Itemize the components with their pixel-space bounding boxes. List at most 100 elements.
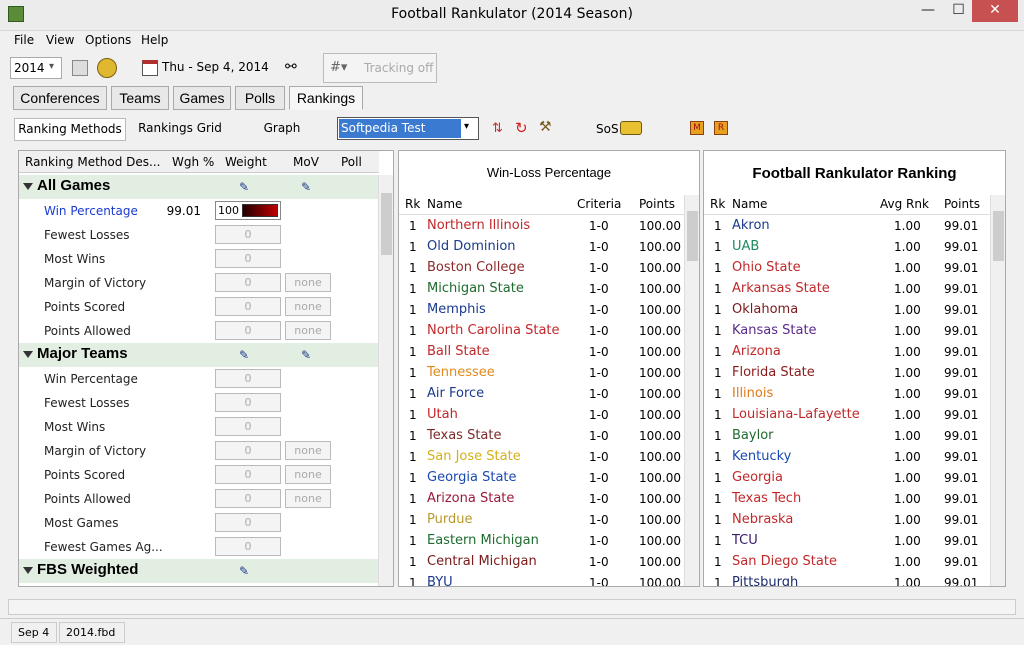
- table-row[interactable]: 1 North Carolina State 1-0 100.00: [399, 321, 684, 342]
- tab-rankings[interactable]: Rankings: [289, 86, 363, 110]
- team-name[interactable]: Purdue: [427, 512, 472, 527]
- tracking-button[interactable]: #▾ Tracking off: [323, 53, 437, 83]
- col-mov[interactable]: MoV: [293, 155, 319, 169]
- table-row[interactable]: 1 Boston College 1-0 100.00: [399, 258, 684, 279]
- method-group[interactable]: FBS Weighted ✎: [19, 559, 379, 583]
- maximize-button[interactable]: ☐: [945, 0, 972, 22]
- tab-conferences[interactable]: Conferences: [13, 86, 107, 110]
- edit-weight-icon[interactable]: ✎: [239, 180, 249, 194]
- table-row[interactable]: 1 Air Force 1-0 100.00: [399, 384, 684, 405]
- season-select[interactable]: 2014 ▾: [10, 57, 62, 79]
- tab-games[interactable]: Games: [173, 86, 231, 110]
- m-icon[interactable]: M: [690, 121, 704, 135]
- tab-ranking-methods[interactable]: Ranking Methods: [14, 118, 126, 141]
- team-name[interactable]: Eastern Michigan: [427, 533, 539, 548]
- scroll-thumb[interactable]: [381, 193, 392, 255]
- expand-triangle-icon[interactable]: [23, 183, 33, 190]
- table-row[interactable]: 1 Georgia State 1-0 100.00: [399, 468, 684, 489]
- team-name[interactable]: Utah: [427, 407, 458, 422]
- weight-input[interactable]: 0: [215, 489, 281, 508]
- col-poll[interactable]: Poll: [341, 155, 362, 169]
- method-row[interactable]: Most Wins 0: [19, 415, 379, 439]
- col-points[interactable]: Points: [944, 197, 980, 211]
- expand-triangle-icon[interactable]: [23, 351, 33, 358]
- weight-input[interactable]: 0: [215, 225, 281, 244]
- team-name[interactable]: Kentucky: [732, 449, 791, 464]
- edit-weight-icon[interactable]: ✎: [239, 348, 249, 362]
- table-row[interactable]: 1 Tennessee 1-0 100.00: [399, 363, 684, 384]
- team-name[interactable]: Arkansas State: [732, 281, 830, 296]
- team-name[interactable]: Arizona: [732, 344, 781, 359]
- menu-file[interactable]: File: [14, 33, 34, 47]
- team-name[interactable]: North Carolina State: [427, 323, 560, 338]
- team-name[interactable]: San Diego State: [732, 554, 837, 569]
- weight-input[interactable]: 0: [215, 369, 281, 388]
- method-select[interactable]: Softpedia Test ▾: [337, 117, 479, 140]
- edit-mov-icon[interactable]: ✎: [301, 180, 311, 194]
- weight-input[interactable]: 0: [215, 441, 281, 460]
- col-criteria[interactable]: Criteria: [577, 197, 621, 211]
- method-row[interactable]: Most Games 0: [19, 511, 379, 535]
- weight-input[interactable]: 0: [215, 537, 281, 556]
- table-row[interactable]: 1 San Jose State 1-0 100.00: [399, 447, 684, 468]
- team-name[interactable]: Georgia: [732, 470, 783, 485]
- method-row[interactable]: Margin of Victory 0 none: [19, 271, 379, 295]
- team-name[interactable]: Ball State: [427, 344, 490, 359]
- table-row[interactable]: 1 TCU 1.00 99.01: [704, 531, 990, 552]
- team-name[interactable]: Michigan State: [427, 281, 524, 296]
- weight-input[interactable]: 0: [215, 465, 281, 484]
- weight-input[interactable]: 0: [215, 393, 281, 412]
- team-name[interactable]: Air Force: [427, 386, 484, 401]
- weight-input[interactable]: 0: [215, 321, 281, 340]
- mov-select[interactable]: none: [285, 489, 331, 508]
- method-label[interactable]: Margin of Victory: [44, 276, 146, 290]
- expand-triangle-icon[interactable]: [23, 567, 33, 574]
- method-label[interactable]: Most Wins: [44, 420, 105, 434]
- table-row[interactable]: 1 Arizona 1.00 99.01: [704, 342, 990, 363]
- tab-teams[interactable]: Teams: [111, 86, 169, 110]
- method-label[interactable]: Fewest Games Ag...: [44, 540, 163, 554]
- table-row[interactable]: 1 Kansas State 1.00 99.01: [704, 321, 990, 342]
- team-name[interactable]: Boston College: [427, 260, 525, 275]
- table-row[interactable]: 1 Arizona State 1-0 100.00: [399, 489, 684, 510]
- method-row[interactable]: Points Scored 0 none: [19, 295, 379, 319]
- calendar-icon[interactable]: [142, 60, 158, 76]
- table-row[interactable]: 1 San Diego State 1.00 99.01: [704, 552, 990, 573]
- method-group[interactable]: All Games ✎ ✎: [19, 175, 379, 199]
- team-name[interactable]: Akron: [732, 218, 770, 233]
- method-row[interactable]: Margin of Victory 0 none: [19, 439, 379, 463]
- r-icon[interactable]: R: [714, 121, 728, 135]
- method-row[interactable]: Points Scored 0 none: [19, 463, 379, 487]
- col-method-description[interactable]: Ranking Method Des...: [25, 155, 161, 169]
- users-icon[interactable]: [97, 58, 117, 78]
- col-name[interactable]: Name: [732, 197, 767, 211]
- tab-polls[interactable]: Polls: [235, 86, 285, 110]
- mov-select[interactable]: none: [285, 273, 331, 292]
- edit-weight-icon[interactable]: ✎: [239, 564, 249, 578]
- table-row[interactable]: 1 Louisiana-Lafayette 1.00 99.01: [704, 405, 990, 426]
- method-label[interactable]: Points Allowed: [44, 324, 131, 338]
- save-icon[interactable]: [72, 60, 88, 76]
- tab-graph[interactable]: Graph: [252, 118, 312, 141]
- team-name[interactable]: San Jose State: [427, 449, 521, 464]
- col-avg-rank[interactable]: Avg Rnk: [880, 197, 929, 211]
- binoculars-icon[interactable]: ⚯: [285, 59, 297, 75]
- team-name[interactable]: UAB: [732, 239, 759, 254]
- method-row[interactable]: Fewest Games Ag... 0: [19, 535, 379, 559]
- team-name[interactable]: Central Michigan: [427, 554, 537, 569]
- weight-input[interactable]: 0: [215, 297, 281, 316]
- method-label[interactable]: Most Wins: [44, 252, 105, 266]
- team-name[interactable]: Memphis: [427, 302, 486, 317]
- team-name[interactable]: Kansas State: [732, 323, 817, 338]
- table-row[interactable]: 1 Eastern Michigan 1-0 100.00: [399, 531, 684, 552]
- method-label[interactable]: Fewest Losses: [44, 228, 130, 242]
- method-row[interactable]: Fewest Losses 0: [19, 223, 379, 247]
- col-name[interactable]: Name: [427, 197, 462, 211]
- scroll-thumb[interactable]: [687, 211, 698, 261]
- table-row[interactable]: 1 Purdue 1-0 100.00: [399, 510, 684, 531]
- edit-mov-icon[interactable]: ✎: [301, 348, 311, 362]
- table-row[interactable]: 1 Arkansas State 1.00 99.01: [704, 279, 990, 300]
- team-name[interactable]: Tennessee: [427, 365, 495, 380]
- weight-input[interactable]: 0: [215, 249, 281, 268]
- close-button[interactable]: ✕: [972, 0, 1018, 22]
